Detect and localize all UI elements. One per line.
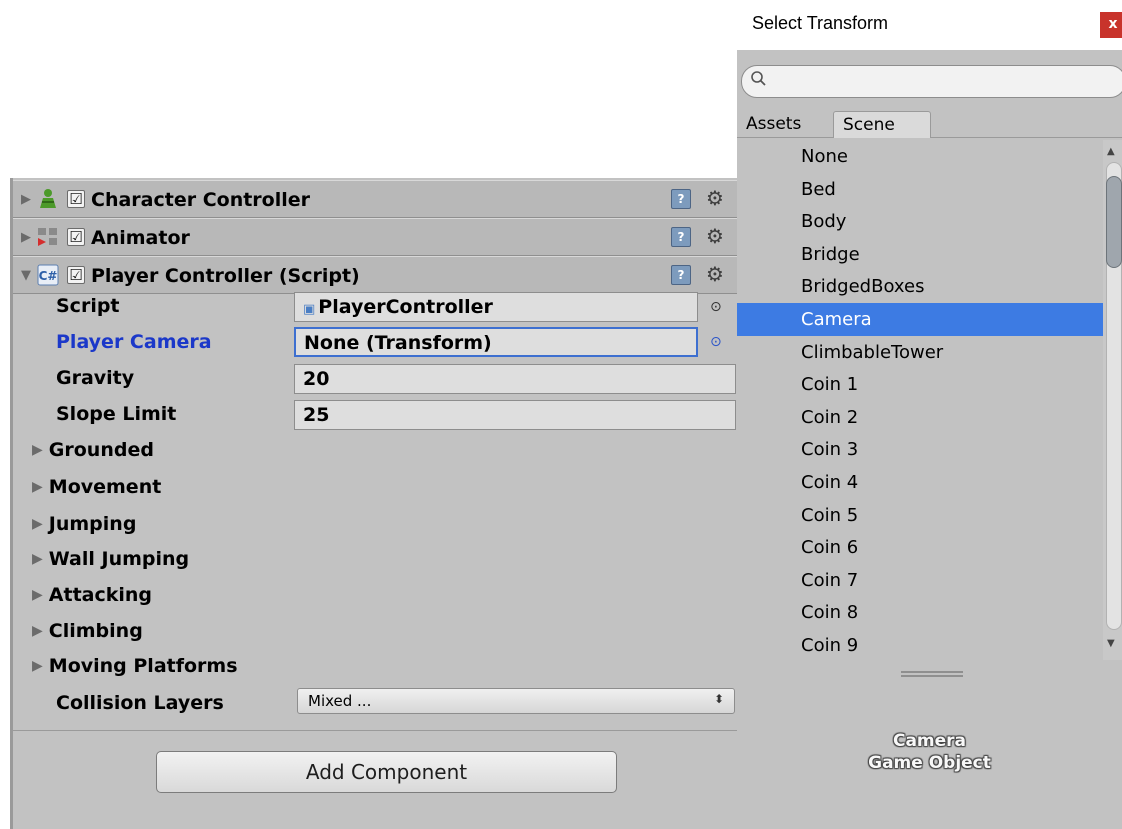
tab-scene[interactable]: Scene — [833, 111, 931, 138]
collision-layers-label: Collision Layers — [56, 692, 224, 714]
list-item-selected[interactable]: Camera — [737, 302, 1103, 336]
search-input[interactable] — [741, 65, 1122, 98]
list-item[interactable]: Bridge — [737, 238, 1103, 271]
gear-icon[interactable]: ⚙ — [706, 262, 724, 286]
list-item[interactable]: Coin 5 — [737, 499, 1103, 532]
foldout-moving-platforms[interactable]: ▶ Moving Platforms — [32, 655, 238, 677]
object-picker-icon[interactable]: ⊙ — [710, 334, 722, 350]
component-header-player-controller[interactable]: ▼ C# ☑ Player Controller (Script) ? ⚙ — [13, 256, 747, 294]
foldout-label: Climbing — [48, 620, 143, 642]
gravity-label: Gravity — [56, 367, 135, 389]
gear-icon[interactable]: ⚙ — [706, 186, 724, 210]
component-title: Character Controller — [91, 189, 311, 211]
foldout-movement[interactable]: ▶ Movement — [32, 476, 161, 498]
script-label: Script — [56, 295, 120, 317]
list-item[interactable]: Coin 9 — [737, 629, 1103, 660]
preview-name: Camera — [892, 731, 967, 751]
dropdown-value: Mixed ... — [308, 692, 372, 710]
enabled-checkbox[interactable]: ☑ — [67, 228, 85, 246]
foldout-jumping[interactable]: ▶ Jumping — [32, 513, 136, 535]
help-icon[interactable]: ? — [671, 265, 691, 285]
preview-type: Game Object — [868, 753, 991, 773]
list-item[interactable]: Bed — [737, 173, 1103, 206]
foldout-wall-jumping[interactable]: ▶ Wall Jumping — [32, 548, 189, 570]
svg-text:C#: C# — [39, 269, 58, 283]
slope-limit-label: Slope Limit — [56, 403, 177, 425]
script-field-value: PlayerController — [318, 296, 493, 318]
fold-arrow-icon: ▶ — [32, 516, 43, 532]
scroll-thumb[interactable] — [1106, 176, 1122, 268]
foldout-label: Movement — [48, 476, 162, 498]
add-component-button[interactable]: Add Component — [156, 751, 617, 793]
animator-icon — [37, 226, 59, 248]
fold-arrow-icon: ▶ — [32, 442, 43, 458]
object-list: None Bed Body Bridge BridgedBoxes Camera… — [737, 140, 1103, 660]
fold-arrow-icon[interactable]: ▶ — [21, 192, 31, 207]
list-item[interactable]: Coin 3 — [737, 433, 1103, 466]
list-item[interactable]: Coin 4 — [737, 466, 1103, 499]
list-item[interactable]: Coin 2 — [737, 401, 1103, 434]
component-header-animator[interactable]: ▶ ☑ Animator ? ⚙ — [13, 218, 747, 256]
enabled-checkbox[interactable]: ☑ — [67, 266, 85, 284]
search-icon — [750, 70, 768, 93]
foldout-attacking[interactable]: ▶ Attacking — [32, 584, 152, 606]
player-camera-field[interactable]: None (Transform) — [294, 327, 698, 357]
fold-arrow-icon: ▶ — [32, 587, 43, 603]
dropdown-arrows-icon: ⬍ — [713, 692, 724, 706]
foldout-label: Attacking — [48, 584, 153, 606]
help-icon[interactable]: ? — [671, 189, 691, 209]
csharp-script-icon: C# — [37, 264, 59, 286]
fold-arrow-icon: ▶ — [32, 479, 43, 495]
list-item[interactable]: Coin 1 — [737, 368, 1103, 401]
list-item[interactable]: BridgedBoxes — [737, 270, 1103, 303]
foldout-label: Wall Jumping — [48, 548, 190, 570]
script-file-icon: ▣ — [303, 302, 316, 317]
component-title: Player Controller (Script) — [91, 265, 360, 287]
scroll-up-icon[interactable]: ▲ — [1107, 146, 1115, 157]
foldout-label: Moving Platforms — [48, 655, 238, 677]
gear-icon[interactable]: ⚙ — [706, 224, 724, 248]
list-item[interactable]: Coin 8 — [737, 596, 1103, 629]
select-transform-window: Select Transform x Assets Scene None Bed… — [737, 0, 1122, 829]
character-controller-icon — [37, 188, 59, 210]
player-camera-field-value: None (Transform) — [304, 332, 492, 354]
list-item[interactable]: Coin 6 — [737, 531, 1103, 564]
fold-arrow-icon[interactable]: ▼ — [21, 268, 31, 283]
fold-arrow-icon: ▶ — [32, 551, 43, 567]
list-item[interactable]: None — [737, 140, 1103, 173]
component-header-character-controller[interactable]: ▶ ☑ Character Controller ? ⚙ — [13, 180, 747, 218]
splitter-handle[interactable] — [901, 671, 963, 677]
gravity-field[interactable]: 20 — [294, 364, 736, 394]
close-button[interactable]: x — [1100, 12, 1122, 38]
foldout-label: Grounded — [48, 439, 154, 461]
fold-arrow-icon[interactable]: ▶ — [21, 230, 31, 245]
foldout-grounded[interactable]: ▶ Grounded — [32, 439, 154, 461]
scroll-down-icon[interactable]: ▼ — [1107, 638, 1115, 649]
tab-assets[interactable]: Assets — [737, 111, 833, 138]
list-item[interactable]: ClimbableTower — [737, 336, 1103, 369]
tab-bar: Assets Scene — [737, 111, 1122, 138]
foldout-label: Jumping — [48, 513, 137, 535]
list-item[interactable]: Body — [737, 205, 1103, 238]
window-title: Select Transform — [752, 13, 889, 33]
enabled-checkbox[interactable]: ☑ — [67, 190, 85, 208]
list-scrollbar[interactable]: ▲ ▼ — [1103, 140, 1122, 660]
script-field[interactable]: ▣ PlayerController — [294, 292, 698, 322]
help-icon[interactable]: ? — [671, 227, 691, 247]
divider — [13, 730, 747, 731]
window-titlebar[interactable]: Select Transform x — [737, 0, 1122, 50]
inspector-panel: ▶ ☑ Character Controller ? ⚙ ▶ ☑ Animato… — [0, 178, 747, 829]
preview-area: Camera Game Object — [737, 730, 1122, 774]
fold-arrow-icon: ▶ — [32, 623, 43, 639]
player-camera-label: Player Camera — [56, 331, 212, 353]
collision-layers-dropdown[interactable]: Mixed ... ⬍ — [297, 688, 735, 714]
foldout-climbing[interactable]: ▶ Climbing — [32, 620, 143, 642]
fold-arrow-icon: ▶ — [32, 658, 43, 674]
component-title: Animator — [91, 227, 190, 249]
object-picker-icon[interactable]: ⊙ — [710, 299, 722, 315]
slope-limit-field[interactable]: 25 — [294, 400, 736, 430]
list-item[interactable]: Coin 7 — [737, 564, 1103, 597]
